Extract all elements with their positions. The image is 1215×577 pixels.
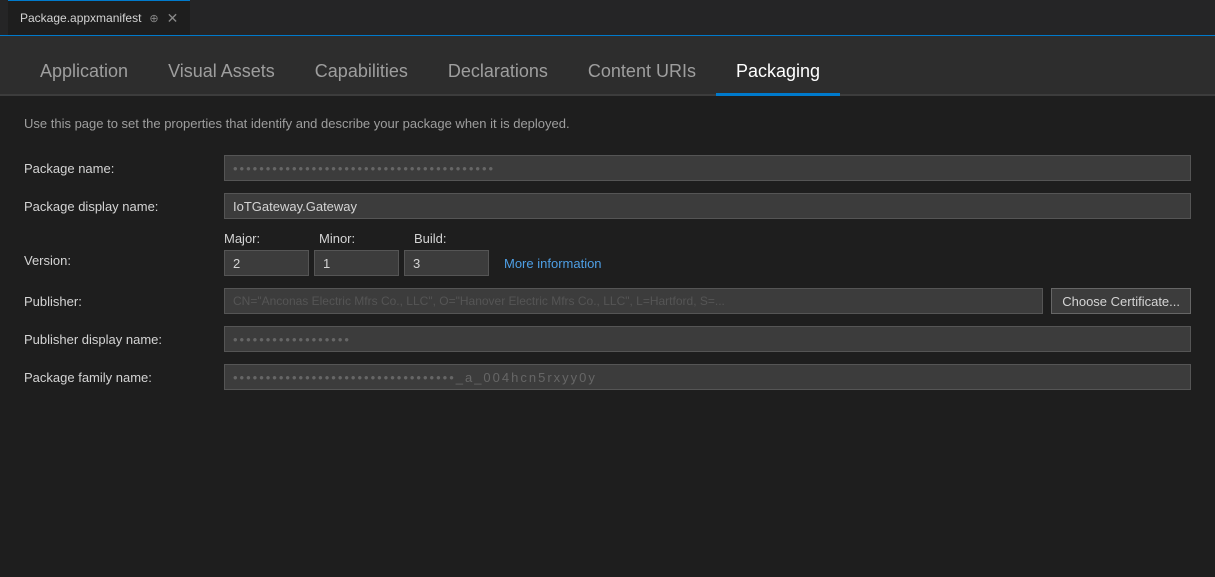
package-family-name-row: Package family name: (24, 364, 1191, 390)
package-display-name-input[interactable] (224, 193, 1191, 219)
publisher-label: Publisher: (24, 294, 224, 309)
major-label: Major: (224, 231, 314, 248)
tab-content-uris[interactable]: Content URIs (568, 53, 716, 94)
minor-input[interactable] (314, 250, 399, 276)
build-label: Build: (414, 231, 504, 248)
minor-label: Minor: (319, 231, 409, 248)
tab-declarations[interactable]: Declarations (428, 53, 568, 94)
package-family-name-label: Package family name: (24, 370, 224, 385)
publisher-display-name-row: Publisher display name: (24, 326, 1191, 352)
tab-visual-assets[interactable]: Visual Assets (148, 53, 295, 94)
version-sub-labels: Major: Minor: Build: (224, 231, 602, 248)
package-display-name-row: Package display name: (24, 193, 1191, 219)
publisher-display-name-label: Publisher display name: (24, 332, 224, 347)
package-name-row: Package name: (24, 155, 1191, 181)
publisher-row: Publisher: Choose Certificate... (24, 288, 1191, 314)
page-description: Use this page to set the properties that… (24, 116, 1191, 131)
package-display-name-label: Package display name: (24, 199, 224, 214)
file-tab[interactable]: Package.appxmanifest ⊕ ✕ (8, 0, 190, 35)
content-area: Use this page to set the properties that… (0, 96, 1215, 422)
major-input[interactable] (224, 250, 309, 276)
package-name-input[interactable] (224, 155, 1191, 181)
package-family-name-input[interactable] (224, 364, 1191, 390)
publisher-input-wrap: Choose Certificate... (224, 288, 1191, 314)
publisher-display-name-input[interactable] (224, 326, 1191, 352)
tab-application[interactable]: Application (20, 53, 148, 94)
package-name-label: Package name: (24, 161, 224, 176)
tab-filename: Package.appxmanifest (20, 11, 141, 25)
more-info-link[interactable]: More information (504, 256, 602, 271)
close-icon[interactable]: ✕ (167, 10, 179, 27)
choose-certificate-button[interactable]: Choose Certificate... (1051, 288, 1191, 314)
version-row: Version: Major: Minor: Build: More infor… (24, 231, 1191, 276)
version-label: Version: (24, 231, 224, 268)
tab-packaging[interactable]: Packaging (716, 53, 840, 94)
nav-tabs: Application Visual Assets Capabilities D… (0, 36, 1215, 96)
version-inputs: More information (224, 250, 602, 276)
tab-capabilities[interactable]: Capabilities (295, 53, 428, 94)
title-bar: Package.appxmanifest ⊕ ✕ (0, 0, 1215, 36)
publisher-input[interactable] (224, 288, 1043, 314)
build-input[interactable] (404, 250, 489, 276)
pin-icon: ⊕ (149, 12, 158, 25)
version-fields: Major: Minor: Build: More information (224, 231, 602, 276)
